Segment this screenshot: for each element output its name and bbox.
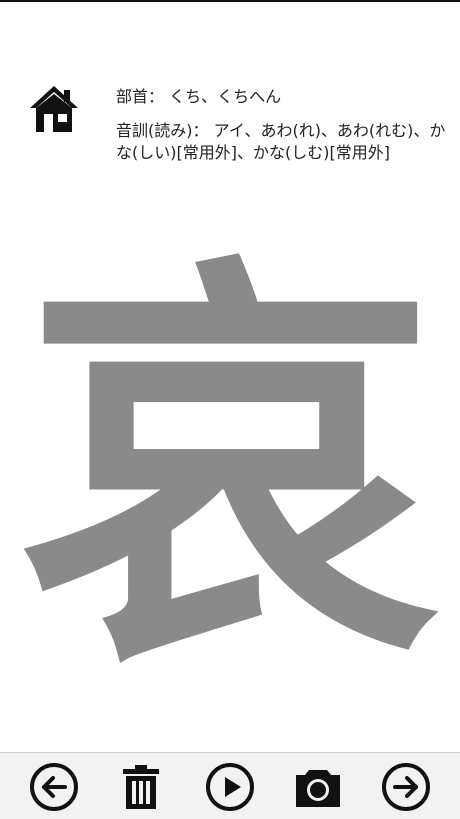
radical-text: 部首： くち、くちへん (116, 87, 282, 106)
play-circle-icon (206, 763, 254, 811)
reading-text: 音訓(読み)： アイ、あわ(れ)、あわ(れむ)、かな(しい)[常用外]、かな(し… (116, 121, 446, 162)
previous-button[interactable] (28, 761, 80, 813)
kanji-character: 哀 (20, 223, 440, 716)
kanji-display: 哀 (0, 230, 460, 710)
next-button[interactable] (380, 761, 432, 813)
top-border (0, 0, 460, 2)
kanji-info: 部首： くち、くちへん 音訓(読み)： アイ、あわ(れ)、あわ(れむ)、かな(し… (116, 86, 446, 176)
camera-icon (296, 770, 340, 807)
delete-button[interactable] (115, 761, 167, 813)
arrow-left-circle-icon (30, 763, 78, 811)
home-button[interactable] (28, 84, 80, 134)
trash-icon (123, 765, 159, 809)
bottom-toolbar (0, 752, 460, 819)
home-icon (30, 86, 78, 132)
play-button[interactable] (204, 761, 256, 813)
arrow-right-circle-icon (382, 763, 430, 811)
camera-button[interactable] (292, 761, 344, 813)
